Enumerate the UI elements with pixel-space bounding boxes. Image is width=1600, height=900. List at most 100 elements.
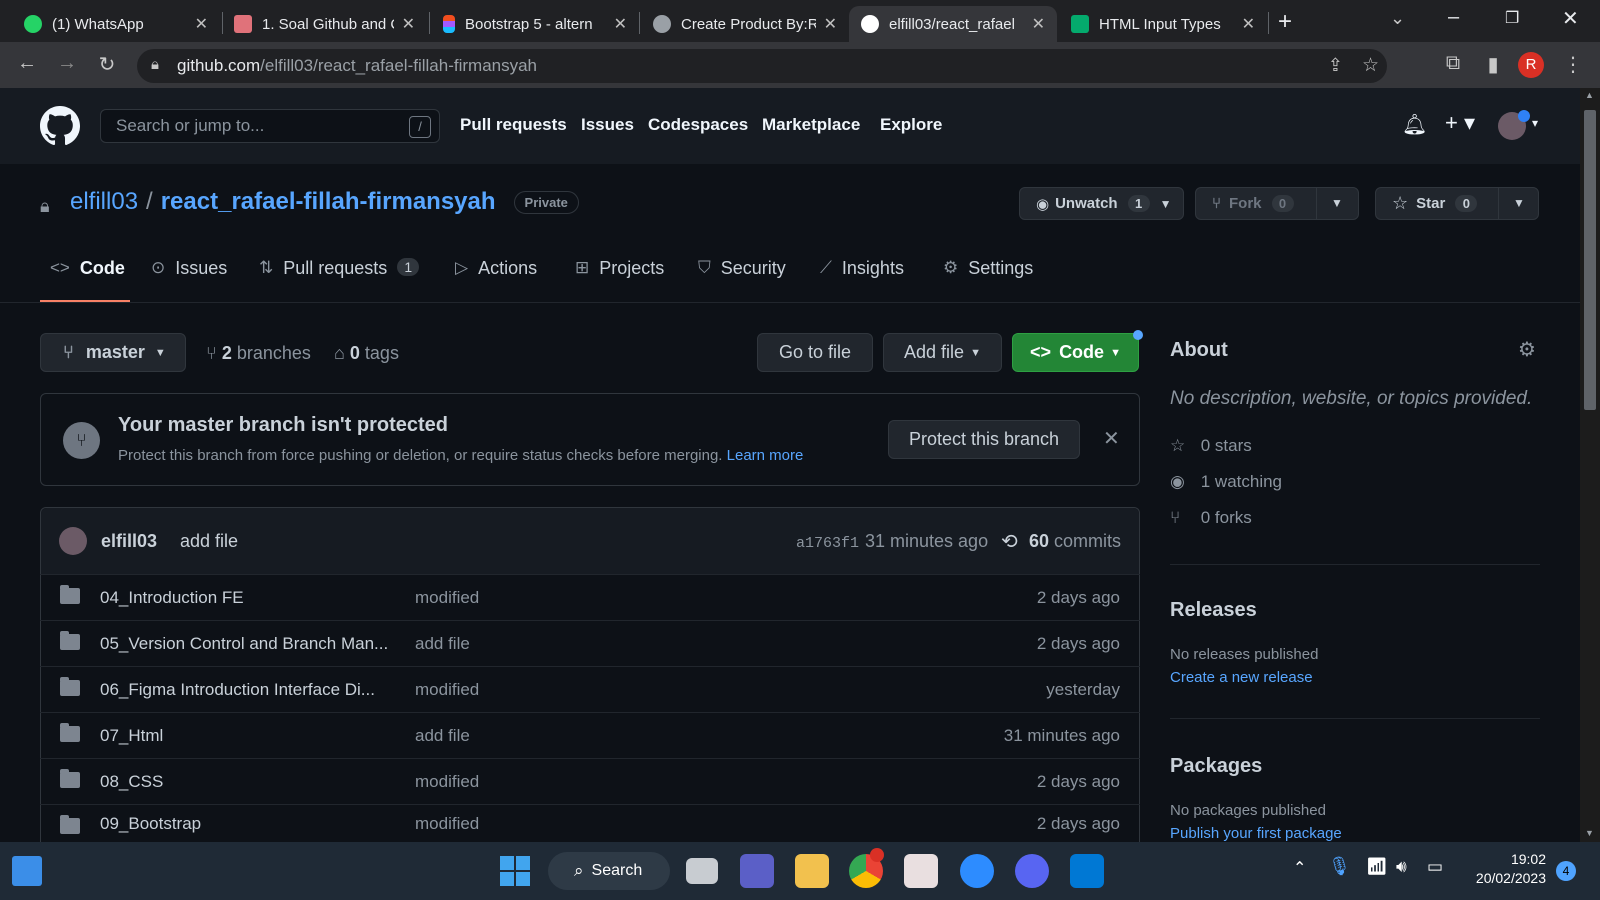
browser-tab[interactable]: Create Product By:R ✕ xyxy=(641,6,849,42)
tab-insights[interactable]: ⟋ Insights xyxy=(820,258,904,298)
vscode-icon[interactable] xyxy=(1070,854,1104,888)
scrollbar[interactable]: ▲ ▼ xyxy=(1580,88,1600,842)
close-icon[interactable]: ✕ xyxy=(402,14,415,34)
close-icon[interactable]: ✕ xyxy=(1103,426,1120,451)
publish-package-link[interactable]: Publish your first package xyxy=(1170,825,1342,842)
watching-link[interactable]: ◉ 1 watching xyxy=(1170,472,1282,492)
microphone-icon[interactable]: 🎙︎ xyxy=(1328,856,1351,877)
browser-tab[interactable]: HTML Input Types ✕ xyxy=(1059,6,1267,42)
forks-link[interactable]: ⑂ 0 forks xyxy=(1170,508,1252,528)
tab-projects[interactable]: ⊞ Projects xyxy=(575,258,664,298)
file-row[interactable]: 08_CSS modified 2 days ago xyxy=(40,758,1140,804)
forward-icon[interactable]: → xyxy=(54,52,80,75)
branches-link[interactable]: ⑂ 2 branches xyxy=(206,343,311,364)
tab-settings[interactable]: ⚙ Settings xyxy=(943,258,1033,298)
teams-chat-icon[interactable] xyxy=(740,854,774,888)
windows-start-icon[interactable] xyxy=(500,856,530,886)
commit-author[interactable]: elfill03 xyxy=(101,531,157,552)
tab-search-icon[interactable]: ⌄ xyxy=(1390,8,1405,29)
file-name[interactable]: 06_Figma Introduction Interface Di... xyxy=(100,680,375,700)
taskbar-search[interactable]: ⌕ Search xyxy=(548,852,670,890)
code-button[interactable]: <> Code ▼ xyxy=(1012,333,1139,372)
browser-tab[interactable]: Bootstrap 5 - altern ✕ xyxy=(431,6,639,42)
gear-icon[interactable]: ⚙ xyxy=(1518,337,1536,362)
nav-pull-requests[interactable]: Pull requests xyxy=(460,115,567,135)
learn-more-link[interactable]: Learn more xyxy=(727,447,804,464)
close-icon[interactable]: ✕ xyxy=(1032,14,1045,34)
tab-actions[interactable]: ▷ Actions xyxy=(455,258,537,298)
profile-avatar[interactable]: R xyxy=(1518,52,1544,78)
file-row[interactable]: 06_Figma Introduction Interface Di... mo… xyxy=(40,666,1140,712)
fork-button[interactable]: ⑂ Fork 0 ▼ xyxy=(1195,187,1359,220)
file-commit-message[interactable]: modified xyxy=(415,814,479,834)
clock[interactable]: 19:02 20/02/2023 xyxy=(1466,850,1546,888)
tags-link[interactable]: ⌂ 0 tags xyxy=(334,343,399,364)
tray-chevron-icon[interactable]: ⌃ xyxy=(1293,858,1306,878)
create-new-icon[interactable]: + ▾ xyxy=(1445,110,1475,136)
create-release-link[interactable]: Create a new release xyxy=(1170,669,1313,686)
file-commit-message[interactable]: modified xyxy=(415,588,479,608)
close-icon[interactable]: ✕ xyxy=(614,14,627,34)
go-to-file-button[interactable]: Go to file xyxy=(757,333,873,372)
reload-icon[interactable]: ↻ xyxy=(94,52,120,77)
github-logo-icon[interactable] xyxy=(40,106,80,146)
wifi-icon[interactable]: 📶︎ xyxy=(1366,857,1388,877)
close-window-icon[interactable]: ✕ xyxy=(1562,6,1579,31)
commits-link[interactable]: 60 commits xyxy=(1029,531,1121,552)
branch-select[interactable]: ⑂ master ▼ xyxy=(40,333,186,372)
file-name[interactable]: 09_Bootstrap xyxy=(100,814,201,834)
repo-owner-link[interactable]: elfill03 xyxy=(70,188,138,216)
file-row[interactable]: 09_Bootstrap modified 2 days ago xyxy=(40,804,1140,842)
scroll-up-icon[interactable]: ▲ xyxy=(1585,90,1594,100)
protect-branch-button[interactable]: Protect this branch xyxy=(888,420,1080,459)
tab-security[interactable]: ⛉ Security xyxy=(698,258,786,298)
bell-icon[interactable]: 🔔︎ xyxy=(1402,112,1427,137)
repo-name-link[interactable]: react_rafael-fillah-firmansyah xyxy=(161,188,496,216)
close-icon[interactable]: ✕ xyxy=(824,14,837,34)
commit-hash[interactable]: a1763f1 xyxy=(796,535,859,552)
file-commit-message[interactable]: add file xyxy=(415,634,470,654)
minimize-icon[interactable]: – xyxy=(1448,6,1459,29)
file-name[interactable]: 08_CSS xyxy=(100,772,163,792)
file-commit-message[interactable]: modified xyxy=(415,772,479,792)
nav-explore[interactable]: Explore xyxy=(880,115,942,135)
browser-tab-active[interactable]: elfill03/react_rafael ✕ xyxy=(849,6,1057,42)
browser-tab[interactable]: 1. Soal Github and C ✕ xyxy=(222,6,427,42)
file-row[interactable]: 04_Introduction FE modified 2 days ago xyxy=(40,574,1140,620)
share-icon[interactable]: ⇪ xyxy=(1328,55,1343,76)
widgets-icon[interactable] xyxy=(12,856,42,886)
nav-issues[interactable]: Issues xyxy=(581,115,634,135)
file-commit-message[interactable]: modified xyxy=(415,680,479,700)
back-icon[interactable]: ← xyxy=(14,52,40,75)
restore-icon[interactable]: ❐ xyxy=(1505,8,1519,28)
file-row[interactable]: 05_Version Control and Branch Man... add… xyxy=(40,620,1140,666)
tab-issues[interactable]: ⊙ Issues xyxy=(151,258,227,298)
close-icon[interactable]: ✕ xyxy=(1242,14,1255,34)
file-name[interactable]: 05_Version Control and Branch Man... xyxy=(100,634,388,654)
new-tab-icon[interactable]: + xyxy=(1278,8,1292,36)
extensions-icon[interactable]: ⧉ xyxy=(1440,52,1466,75)
app-icon[interactable] xyxy=(904,854,938,888)
file-commit-message[interactable]: add file xyxy=(415,726,470,746)
nav-marketplace[interactable]: Marketplace xyxy=(762,115,860,135)
discord-icon[interactable] xyxy=(1015,854,1049,888)
nav-codespaces[interactable]: Codespaces xyxy=(648,115,748,135)
side-panel-icon[interactable]: ▮ xyxy=(1480,52,1506,77)
volume-icon[interactable]: 🔊︎ xyxy=(1396,857,1407,877)
browser-menu-icon[interactable]: ⋮ xyxy=(1560,52,1586,77)
stars-link[interactable]: ☆ 0 stars xyxy=(1170,436,1252,456)
file-explorer-icon[interactable] xyxy=(795,854,829,888)
battery-icon[interactable]: ▭ xyxy=(1427,857,1443,877)
add-file-button[interactable]: Add file ▼ xyxy=(883,333,1002,372)
file-name[interactable]: 04_Introduction FE xyxy=(100,588,244,608)
scroll-down-icon[interactable]: ▼ xyxy=(1585,828,1594,838)
star-button[interactable]: ☆ Star 0 ▼ xyxy=(1375,187,1539,220)
notification-badge[interactable]: 4 xyxy=(1556,861,1576,881)
task-view-icon[interactable] xyxy=(686,858,718,884)
zoom-icon[interactable] xyxy=(960,854,994,888)
packages-heading[interactable]: Packages xyxy=(1170,755,1262,778)
tab-code[interactable]: <> Code xyxy=(50,258,125,298)
search-input[interactable]: Search or jump to... / xyxy=(100,109,440,143)
bookmark-star-icon[interactable]: ☆ xyxy=(1362,54,1379,77)
address-bar[interactable]: 🔒︎ github.com/elfill03/react_rafael-fill… xyxy=(137,49,1387,83)
